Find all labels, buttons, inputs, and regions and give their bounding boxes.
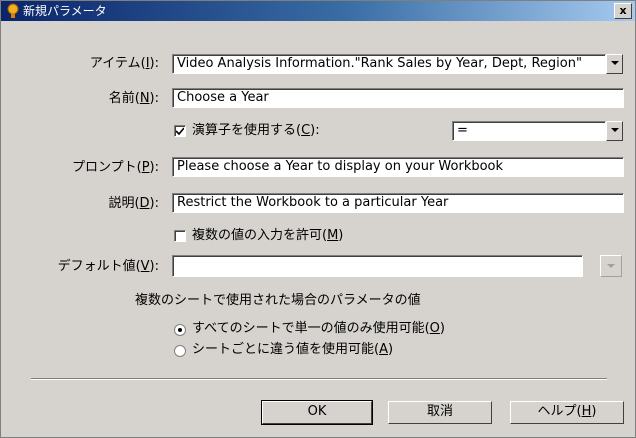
chevron-down-icon <box>611 61 619 65</box>
ok-button[interactable]: OK <box>261 400 373 425</box>
single-value-option-label: すべてのシートで単一の値のみ使用可能(O) <box>192 321 445 336</box>
name-label: 名前(N): <box>108 91 159 106</box>
close-button[interactable]: x <box>614 3 632 19</box>
operator-select[interactable]: = <box>452 121 606 141</box>
window-title: 新規パラメータ <box>23 4 107 18</box>
name-input[interactable]: Choose a Year <box>172 88 624 108</box>
per-sheet-value-option-label: シートごとに違う値を使用可能(A) <box>192 342 394 357</box>
chevron-down-icon <box>607 264 615 268</box>
help-button[interactable]: ヘルプ(H) <box>510 401 624 424</box>
chevron-down-icon <box>611 128 619 132</box>
operator-checkbox[interactable] <box>174 125 186 137</box>
prompt-input[interactable]: Please choose a Year to display on your … <box>172 157 624 177</box>
default-value-label: デフォルト値(V): <box>57 259 159 274</box>
item-select[interactable]: Video Analysis Information."Rank Sales b… <box>172 54 606 74</box>
multi-value-checkbox[interactable] <box>174 230 186 242</box>
description-label: 説明(D): <box>108 196 159 211</box>
title-bar[interactable]: 新規パラメータ x <box>1 1 635 21</box>
prompt-label: プロンプト(P): <box>72 160 159 175</box>
multi-value-label: 複数の値の入力を許可(M) <box>192 228 344 243</box>
operator-dropdown-button[interactable] <box>606 121 623 141</box>
default-value-dropdown-button[interactable] <box>600 255 622 277</box>
default-value-input[interactable] <box>172 255 583 277</box>
check-icon <box>176 127 184 135</box>
cancel-button[interactable]: 取消 <box>388 401 492 424</box>
operator-label: 演算子を使用する(C): <box>192 123 320 138</box>
parameter-icon <box>7 3 19 18</box>
new-parameter-dialog: 新規パラメータ x アイテム(I): Video Analysis Inform… <box>0 0 636 438</box>
description-input[interactable]: Restrict the Workbook to a particular Ye… <box>172 193 624 213</box>
single-value-radio[interactable] <box>174 324 186 336</box>
radio-selected-dot <box>178 328 182 332</box>
separator <box>31 378 607 380</box>
per-sheet-value-radio[interactable] <box>174 345 186 357</box>
item-dropdown-button[interactable] <box>606 54 623 74</box>
item-label: アイテム(I): <box>89 56 159 71</box>
multi-sheet-heading: 複数のシートで使用された場合のパラメータの値 <box>135 293 421 308</box>
